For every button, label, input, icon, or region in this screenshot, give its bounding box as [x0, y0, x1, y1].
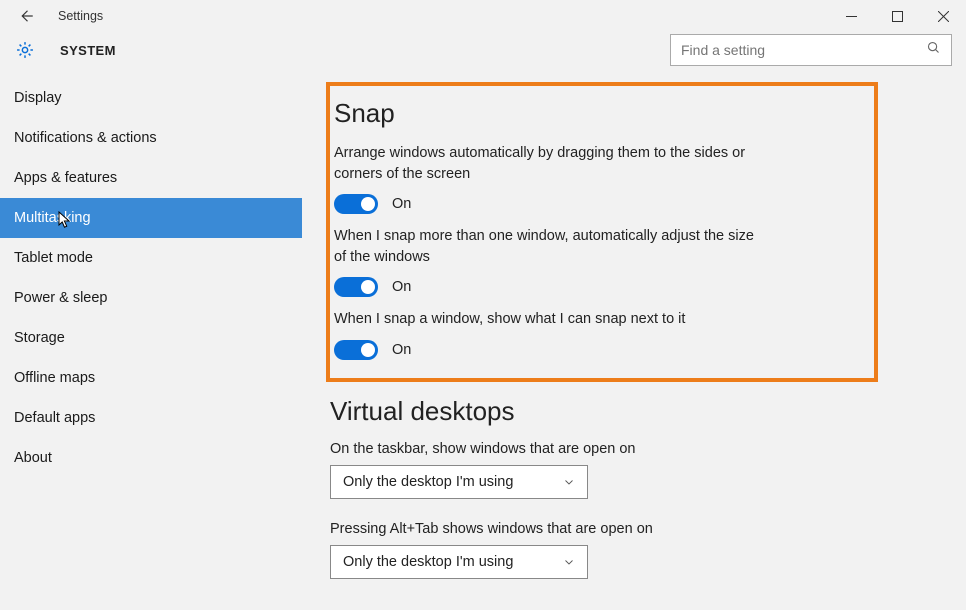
sidebar-item-label: About	[14, 450, 52, 466]
taskbar-select[interactable]: Only the desktop I'm using	[330, 465, 588, 499]
sidebar-item-tablet-mode[interactable]: Tablet mode	[0, 238, 302, 278]
body: Display Notifications & actions Apps & f…	[0, 74, 966, 610]
toggle-knob	[361, 197, 375, 211]
sidebar-item-label: Power & sleep	[14, 290, 108, 306]
chevron-down-icon	[563, 556, 575, 568]
sidebar-item-apps-features[interactable]: Apps & features	[0, 158, 302, 198]
close-button[interactable]	[920, 0, 966, 32]
chevron-down-icon	[563, 476, 575, 488]
toggle-row: On	[334, 194, 848, 214]
header: SYSTEM	[0, 32, 966, 74]
window-title: Settings	[58, 9, 103, 23]
toggle-row: On	[334, 340, 848, 360]
sidebar-item-label: Notifications & actions	[14, 130, 157, 146]
close-icon	[938, 11, 949, 22]
sidebar-item-label: Default apps	[14, 410, 95, 426]
snap-heading: Snap	[334, 98, 848, 129]
toggle-suggest[interactable]	[334, 340, 378, 360]
search-input[interactable]	[681, 42, 926, 58]
breadcrumb: SYSTEM	[60, 43, 116, 58]
toggle-knob	[361, 343, 375, 357]
virtual-desktops-section: Virtual desktops On the taskbar, show wi…	[326, 396, 926, 579]
back-button[interactable]	[12, 2, 40, 30]
maximize-button[interactable]	[874, 0, 920, 32]
content-pane: Snap Arrange windows automatically by dr…	[302, 74, 966, 610]
alttab-desc: Pressing Alt+Tab shows windows that are …	[330, 521, 926, 537]
maximize-icon	[892, 11, 903, 22]
sidebar-item-notifications[interactable]: Notifications & actions	[0, 118, 302, 158]
sidebar-item-storage[interactable]: Storage	[0, 318, 302, 358]
setting-desc: When I snap more than one window, automa…	[334, 226, 754, 267]
sidebar-item-label: Multitasking	[14, 210, 91, 226]
search-box[interactable]	[670, 34, 952, 66]
settings-window: Settings SYSTEM Display	[0, 0, 966, 610]
sidebar-item-multitasking[interactable]: Multitasking	[0, 198, 302, 238]
sidebar-item-label: Display	[14, 90, 62, 106]
titlebar: Settings	[0, 0, 966, 32]
snap-setting-suggest: When I snap a window, show what I can sn…	[334, 309, 848, 360]
snap-highlight-box: Snap Arrange windows automatically by dr…	[326, 82, 878, 382]
alttab-select[interactable]: Only the desktop I'm using	[330, 545, 588, 579]
sidebar-item-default-apps[interactable]: Default apps	[0, 398, 302, 438]
window-controls	[828, 0, 966, 32]
snap-setting-resize: When I snap more than one window, automa…	[334, 226, 848, 297]
search-icon	[926, 40, 941, 60]
snap-setting-arrange: Arrange windows automatically by draggin…	[334, 143, 848, 214]
sidebar-item-about[interactable]: About	[0, 438, 302, 478]
gear-icon	[14, 39, 36, 61]
sidebar-item-label: Storage	[14, 330, 65, 346]
sidebar-item-offline-maps[interactable]: Offline maps	[0, 358, 302, 398]
virtual-desktops-heading: Virtual desktops	[330, 396, 926, 427]
toggle-knob	[361, 280, 375, 294]
sidebar: Display Notifications & actions Apps & f…	[0, 74, 302, 610]
toggle-row: On	[334, 277, 848, 297]
select-value: Only the desktop I'm using	[343, 474, 513, 490]
sidebar-item-display[interactable]: Display	[0, 78, 302, 118]
toggle-state: On	[392, 196, 411, 212]
toggle-resize[interactable]	[334, 277, 378, 297]
toggle-arrange[interactable]	[334, 194, 378, 214]
back-arrow-icon	[17, 7, 35, 25]
setting-desc: Arrange windows automatically by draggin…	[334, 143, 754, 184]
minimize-button[interactable]	[828, 0, 874, 32]
sidebar-item-label: Tablet mode	[14, 250, 93, 266]
sidebar-item-power-sleep[interactable]: Power & sleep	[0, 278, 302, 318]
select-value: Only the desktop I'm using	[343, 554, 513, 570]
minimize-icon	[846, 11, 857, 22]
sidebar-item-label: Apps & features	[14, 170, 117, 186]
sidebar-item-label: Offline maps	[14, 370, 95, 386]
setting-desc: When I snap a window, show what I can sn…	[334, 309, 754, 330]
toggle-state: On	[392, 342, 411, 358]
taskbar-desc: On the taskbar, show windows that are op…	[330, 441, 926, 457]
toggle-state: On	[392, 279, 411, 295]
